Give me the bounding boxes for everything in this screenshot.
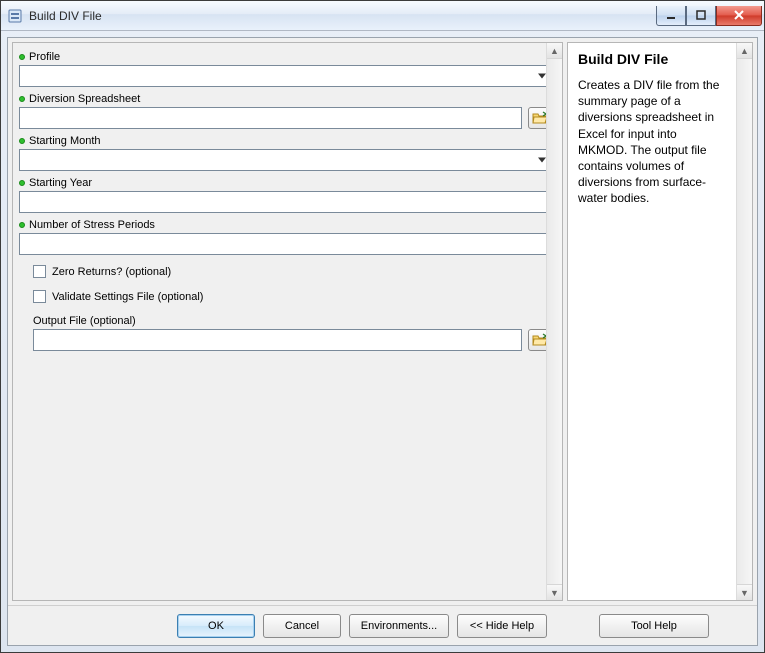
minimize-icon [666, 10, 676, 20]
ok-button[interactable]: OK [177, 614, 255, 638]
field-starting-month: Starting Month [19, 133, 552, 171]
label-starting-year: Starting Year [19, 175, 552, 191]
close-button[interactable] [716, 6, 762, 26]
starting-year-input[interactable] [19, 191, 552, 213]
diversion-spreadsheet-input[interactable] [19, 107, 522, 129]
content-row: Profile Diversion Spreadsheet [8, 38, 757, 605]
label-text: Starting Year [29, 177, 92, 189]
field-output-file: Output File (optional) [19, 315, 552, 351]
hide-help-button[interactable]: << Hide Help [457, 614, 547, 638]
label-text: Number of Stress Periods [29, 219, 155, 231]
output-file-input[interactable] [33, 329, 522, 351]
help-panel: Build DIV File Creates a DIV file from t… [567, 42, 753, 601]
stress-periods-input[interactable] [19, 233, 552, 255]
field-zero-returns: Zero Returns? (optional) [19, 259, 552, 284]
label-output-file: Output File (optional) [19, 315, 552, 327]
required-icon [19, 222, 25, 228]
label-text: Diversion Spreadsheet [29, 93, 140, 105]
scroll-down-icon[interactable]: ▼ [547, 584, 562, 600]
help-scrollbar[interactable]: ▲ ▼ [736, 43, 752, 600]
label-profile: Profile [19, 49, 552, 65]
titlebar[interactable]: Build DIV File [1, 1, 764, 31]
cancel-button[interactable]: Cancel [263, 614, 341, 638]
button-bar: OK Cancel Environments... << Hide Help T… [8, 605, 757, 645]
validate-settings-label: Validate Settings File (optional) [52, 291, 203, 303]
window-buttons [656, 6, 762, 26]
field-stress-periods: Number of Stress Periods [19, 217, 552, 255]
profile-select[interactable] [19, 65, 552, 87]
environments-button[interactable]: Environments... [349, 614, 449, 638]
label-text: Starting Month [29, 135, 101, 147]
label-text: Profile [29, 51, 60, 63]
field-starting-year: Starting Year [19, 175, 552, 213]
starting-month-select[interactable] [19, 149, 552, 171]
label-stress-periods: Number of Stress Periods [19, 217, 552, 233]
client-area: Profile Diversion Spreadsheet [7, 37, 758, 646]
help-title: Build DIV File [578, 51, 742, 67]
required-icon [19, 180, 25, 186]
field-validate-settings: Validate Settings File (optional) [19, 284, 552, 309]
field-diversion-spreadsheet: Diversion Spreadsheet [19, 91, 552, 129]
close-icon [733, 10, 745, 20]
required-icon [19, 138, 25, 144]
minimize-button[interactable] [656, 6, 686, 26]
validate-settings-checkbox[interactable] [33, 290, 46, 303]
window-title: Build DIV File [29, 9, 102, 23]
required-icon [19, 54, 25, 60]
help-body: Creates a DIV file from the summary page… [578, 77, 742, 207]
zero-returns-checkbox[interactable] [33, 265, 46, 278]
maximize-button[interactable] [686, 6, 716, 26]
field-profile: Profile [19, 49, 552, 87]
dialog-window: Build DIV File Profile [0, 0, 765, 653]
scroll-up-icon[interactable]: ▲ [547, 43, 562, 59]
maximize-icon [696, 10, 706, 20]
tool-help-button[interactable]: Tool Help [599, 614, 709, 638]
scroll-up-icon[interactable]: ▲ [737, 43, 752, 59]
form-panel: Profile Diversion Spreadsheet [12, 42, 563, 601]
form-scrollbar[interactable]: ▲ ▼ [546, 43, 562, 600]
scroll-down-icon[interactable]: ▼ [737, 584, 752, 600]
required-icon [19, 96, 25, 102]
app-icon [7, 8, 23, 24]
label-starting-month: Starting Month [19, 133, 552, 149]
label-diversion-spreadsheet: Diversion Spreadsheet [19, 91, 552, 107]
zero-returns-label: Zero Returns? (optional) [52, 266, 171, 278]
